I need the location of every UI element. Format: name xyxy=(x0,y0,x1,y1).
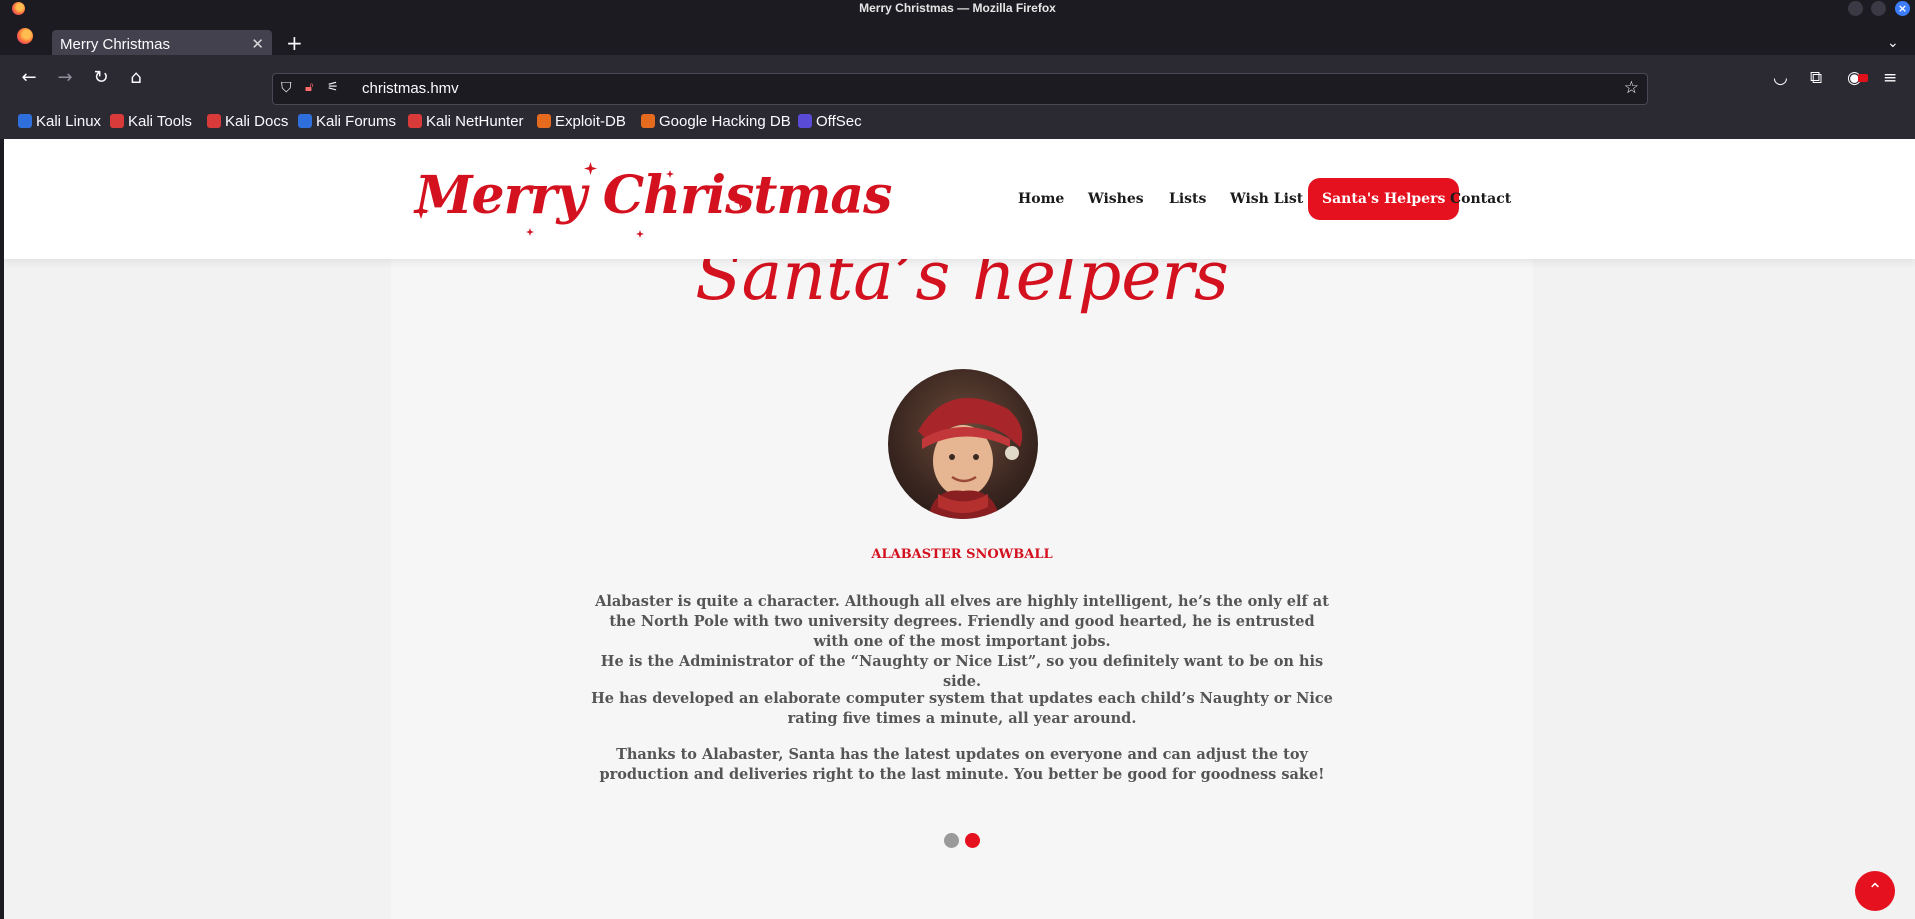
nav-santas-helpers[interactable]: Santa's Helpers xyxy=(1308,178,1460,220)
merry-christmas-logo[interactable]: Merry Christmas xyxy=(409,159,892,239)
tab-title: Merry Christmas xyxy=(60,36,171,53)
url-text[interactable]: christmas.hmv xyxy=(362,80,459,97)
offsec-icon xyxy=(798,114,812,128)
address-bar[interactable]: ⛉ 🔓︎ ⚟ christmas.hmv ☆ xyxy=(272,73,1648,105)
home-icon[interactable]: ⌂ xyxy=(125,69,147,87)
helper-name: ALABASTER SNOWBALL xyxy=(871,547,1053,562)
tab-strip: Merry Christmas ✕ + ⌄ xyxy=(0,17,1915,60)
kali-linux-icon xyxy=(18,114,32,128)
nav-wish-list[interactable]: Wish List xyxy=(1230,178,1303,220)
back-arrow-icon[interactable]: ← xyxy=(18,69,40,87)
nav-contact[interactable]: Contact xyxy=(1450,178,1511,220)
helper-paragraph-4: Thanks to Alabaster, Santa has the lates… xyxy=(599,746,1325,783)
pocket-icon[interactable]: ◡ xyxy=(1773,69,1788,87)
reload-icon[interactable]: ↻ xyxy=(90,69,112,87)
carousel-dot-2-active[interactable] xyxy=(965,833,980,848)
exploit-db-icon xyxy=(537,114,551,128)
web-page: Merry Christmas Home Wishes Lists Wish L… xyxy=(4,139,1915,919)
close-tab-icon[interactable]: ✕ xyxy=(251,35,264,53)
tracking-protection-shield-icon[interactable]: ⛉ xyxy=(281,80,292,96)
new-tab-button[interactable]: + xyxy=(286,33,303,53)
elf-portrait-icon xyxy=(918,398,1023,519)
bookmark-star-icon[interactable]: ☆ xyxy=(1624,78,1639,98)
extension-badge xyxy=(1858,74,1868,82)
scroll-to-top-chevron-up-icon[interactable]: ⌃ xyxy=(1855,871,1895,911)
kali-forums-icon xyxy=(298,114,312,128)
helper-avatar xyxy=(888,369,1038,519)
nav-wishes[interactable]: Wishes xyxy=(1088,178,1144,220)
maximize-window-button[interactable] xyxy=(1871,1,1886,16)
bookmark-kali-linux[interactable]: Kali Linux xyxy=(18,113,101,130)
nav-home[interactable]: Home xyxy=(1018,178,1064,220)
minimize-window-button[interactable] xyxy=(1848,1,1863,16)
kali-nethunter-icon xyxy=(408,114,422,128)
forward-arrow-icon[interactable]: → xyxy=(54,69,76,87)
bookmark-google-hacking-db[interactable]: Google Hacking DB xyxy=(641,113,791,130)
carousel-dot-1[interactable] xyxy=(944,833,959,848)
permissions-icon[interactable]: ⚟ xyxy=(327,80,339,95)
helpers-section: Santa’s helpers ALABASTER SNOWBALL Alaba… xyxy=(391,237,1533,919)
nav-lists[interactable]: Lists xyxy=(1169,178,1206,220)
google-hacking-db-icon xyxy=(641,114,655,128)
bookmark-kali-tools[interactable]: Kali Tools xyxy=(110,113,192,130)
insecure-lock-icon[interactable]: 🔓︎ xyxy=(305,80,313,95)
navigation-toolbar: ← → ↻ ⌂ ⛉ 🔓︎ ⚟ christmas.hmv ☆ ◡ ⧉ ◉ ≡ xyxy=(0,55,1915,107)
close-window-button[interactable]: × xyxy=(1895,1,1910,16)
bookmark-kali-docs[interactable]: Kali Docs xyxy=(207,113,288,130)
bookmark-kali-nethunter[interactable]: Kali NetHunter xyxy=(408,113,524,130)
bookmark-kali-forums[interactable]: Kali Forums xyxy=(298,113,396,130)
site-header: Merry Christmas Home Wishes Lists Wish L… xyxy=(4,139,1915,259)
logo-text: Merry Christmas xyxy=(415,165,892,226)
window-titlebar: Merry Christmas — Mozilla Firefox × xyxy=(0,0,1915,17)
kali-docs-icon xyxy=(207,114,221,128)
helper-paragraph-2: He is the Administrator of the “Naughty … xyxy=(600,653,1324,690)
helper-paragraph-3: He has developed an elaborate computer s… xyxy=(591,690,1333,727)
window-title: Merry Christmas — Mozilla Firefox xyxy=(859,1,1056,15)
kali-tools-icon xyxy=(110,114,124,128)
extensions-puzzle-icon[interactable]: ⧉ xyxy=(1810,69,1822,87)
helper-paragraph-1: Alabaster is quite a character. Although… xyxy=(595,593,1329,650)
app-menu-hamburger-icon[interactable]: ≡ xyxy=(1883,69,1897,87)
list-all-tabs-chevron-icon[interactable]: ⌄ xyxy=(1887,35,1899,51)
bookmark-exploit-db[interactable]: Exploit-DB xyxy=(537,113,626,130)
bookmark-offsec[interactable]: OffSec xyxy=(798,113,862,130)
bookmarks-toolbar: Kali Linux Kali Tools Kali Docs Kali For… xyxy=(0,107,1915,139)
firefox-view-icon[interactable] xyxy=(17,28,33,44)
